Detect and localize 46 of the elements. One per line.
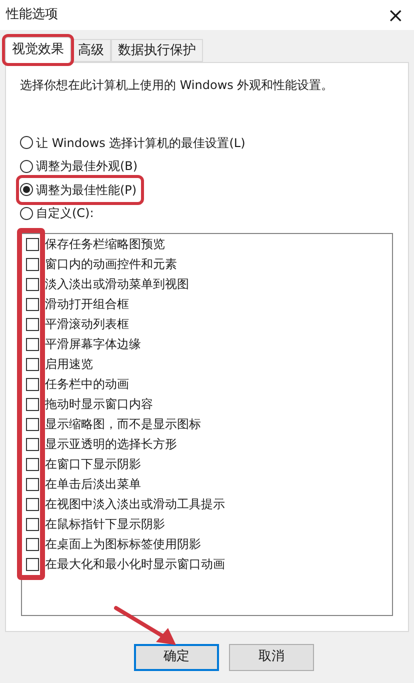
checkbox[interactable] [26, 298, 39, 310]
checkbox[interactable] [26, 538, 39, 550]
checkbox-label: 在最大化和最小化时显示窗口动画 [45, 556, 225, 573]
radio-option[interactable]: 调整为最佳外观(B) [19, 154, 142, 178]
checkbox[interactable] [26, 338, 39, 350]
dialog-button[interactable]: 确定 [134, 644, 219, 670]
checkbox-label: 启用速览 [45, 356, 93, 373]
checkbox[interactable] [26, 418, 39, 430]
checkbox[interactable] [26, 438, 39, 450]
checkbox-label: 淡入淡出或滑动菜单到视图 [45, 276, 189, 293]
checkbox[interactable] [26, 278, 39, 290]
tab[interactable]: 高级 [71, 39, 111, 62]
radio-option[interactable]: 让 Windows 选择计算机的最佳设置(L) [19, 131, 250, 154]
checkbox-label: 滑动打开组合框 [45, 296, 129, 313]
checkbox-label: 在单击后淡出菜单 [45, 476, 141, 493]
checkbox[interactable] [26, 458, 39, 470]
checkbox[interactable] [26, 558, 39, 570]
checkbox-label: 平滑屏幕字体边缘 [45, 336, 141, 353]
tab[interactable]: 视觉效果 [5, 37, 71, 63]
checkbox[interactable] [26, 358, 39, 370]
checkbox[interactable] [26, 478, 39, 490]
checkbox-label: 在窗口下显示阴影 [45, 456, 141, 473]
checkbox-label: 在桌面上为图标标签使用阴影 [45, 536, 201, 553]
checkbox[interactable] [26, 518, 39, 530]
radio-option[interactable]: 调整为最佳性能(P) [19, 178, 141, 202]
checkbox-label: 拖动时显示窗口内容 [45, 396, 153, 413]
checkbox[interactable] [26, 258, 39, 270]
checkbox-label: 窗口内的动画控件和元素 [45, 256, 177, 273]
checkbox-label: 平滑滚动列表框 [45, 316, 129, 333]
checkbox[interactable] [26, 378, 39, 390]
checkbox[interactable] [26, 498, 39, 510]
dialog-button[interactable]: 取消 [229, 644, 314, 670]
checkbox-label: 在鼠标指针下显示阴影 [45, 516, 165, 533]
checkbox-label: 显示缩略图，而不是显示图标 [45, 416, 201, 433]
checkbox-label: 在视图中淡入淡出或滑动工具提示 [45, 496, 225, 513]
checkbox[interactable] [26, 238, 39, 250]
radio-option[interactable]: 自定义(C): [19, 202, 98, 225]
checkbox-label: 任务栏中的动画 [45, 376, 129, 393]
checkbox-label: 显示亚透明的选择长方形 [45, 436, 177, 453]
checkbox[interactable] [26, 398, 39, 410]
window-title: 性能选项 [6, 6, 58, 24]
checkbox[interactable] [26, 318, 39, 330]
checkbox-label: 保存任务栏缩略图预览 [45, 236, 165, 253]
close-button[interactable]: × [385, 5, 406, 25]
description: 选择你想在此计算机上使用的 Windows 外观和性能设置。 [20, 77, 334, 94]
tab[interactable]: 数据执行保护 [111, 39, 203, 62]
